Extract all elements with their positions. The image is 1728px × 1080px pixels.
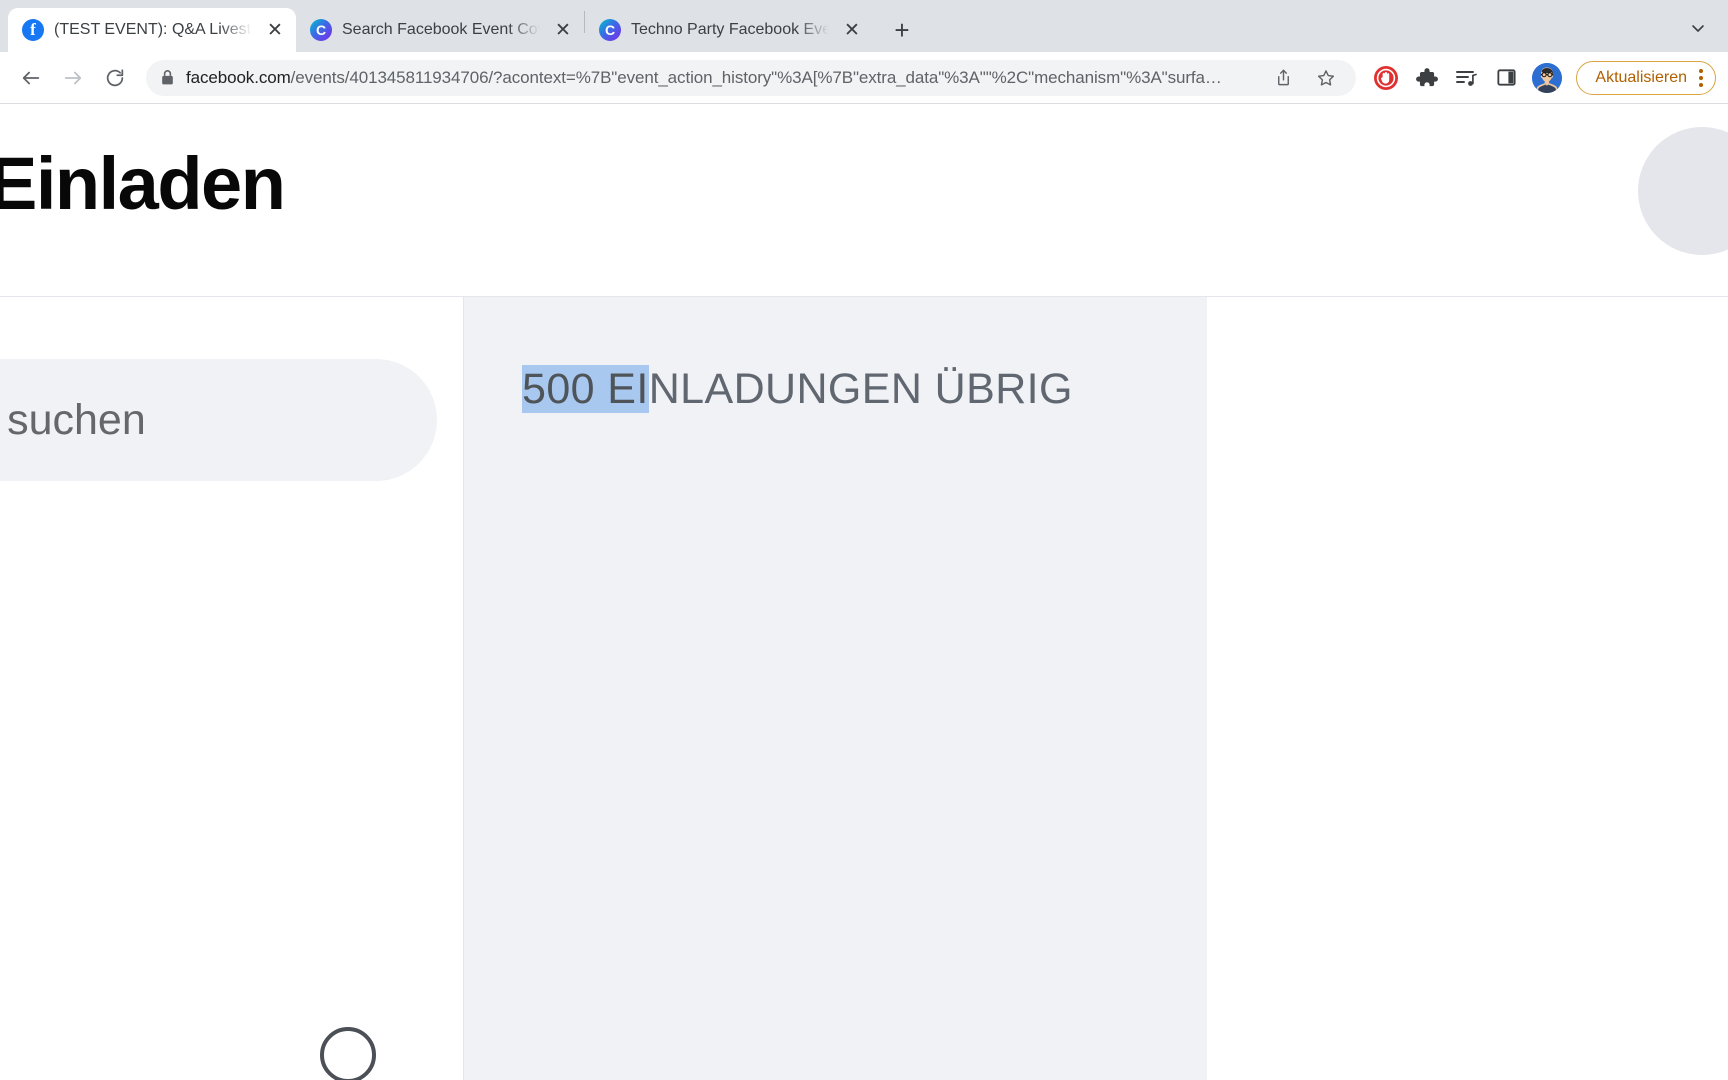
side-panel-icon[interactable]	[1488, 60, 1524, 96]
browser-tab-2[interactable]: Techno Party Facebook Event C ✕	[585, 8, 873, 52]
dialog-header: Einladen	[0, 105, 1728, 297]
url-path: /events/401345811934706/?acontext=%7B"ev…	[290, 67, 1222, 87]
address-bar[interactable]: facebook.com/events/401345811934706/?aco…	[146, 59, 1357, 96]
extensions-puzzle-icon[interactable]	[1408, 60, 1444, 96]
reading-list-icon[interactable]	[1448, 60, 1484, 96]
tab-title: Techno Party Facebook Event C	[631, 21, 829, 38]
reload-icon[interactable]	[96, 59, 134, 97]
kebab-menu-icon[interactable]	[1695, 68, 1707, 87]
search-input[interactable]: sonen suchen	[0, 359, 437, 481]
close-icon[interactable]: ✕	[262, 17, 288, 43]
close-icon[interactable]: ✕	[839, 17, 865, 43]
browser-window: (TEST EVENT): Q&A Livestream ✕ Search Fa…	[0, 0, 1728, 1080]
page-title: Einladen	[0, 142, 286, 225]
tab-strip: (TEST EVENT): Q&A Livestream ✕ Search Fa…	[0, 0, 1728, 52]
invite-left-pane: sonen suchen hlen ner	[0, 297, 463, 1080]
url-text: facebook.com/events/401345811934706/?aco…	[186, 68, 1256, 88]
close-icon[interactable]: ✕	[550, 17, 576, 43]
close-button[interactable]	[1638, 127, 1728, 255]
share-icon[interactable]	[1267, 62, 1299, 94]
back-icon[interactable]	[12, 59, 50, 97]
page-content: Einladen sonen suchen hlen ner 500 EI	[0, 105, 1728, 1080]
lock-icon	[160, 69, 175, 86]
browser-tab-0[interactable]: (TEST EVENT): Q&A Livestream ✕	[8, 8, 296, 52]
adblock-stop-hand-icon[interactable]	[1368, 60, 1404, 96]
bookmark-star-icon[interactable]	[1310, 62, 1342, 94]
dialog-right-margin	[1207, 297, 1728, 1080]
profile-avatar[interactable]	[1532, 62, 1563, 93]
search-placeholder: sonen suchen	[0, 395, 146, 444]
tab-title: Search Facebook Event Cover	[342, 21, 540, 38]
facebook-icon	[22, 19, 44, 41]
remaining-text: NLADUNGEN ÜBRIG	[648, 365, 1073, 413]
list-item[interactable]	[0, 1000, 463, 1080]
invites-remaining-label: 500 EINLADUNGEN ÜBRIG	[522, 365, 1073, 414]
url-host: facebook.com	[186, 67, 291, 87]
forward-icon[interactable]	[54, 59, 92, 97]
canva-icon	[310, 19, 332, 41]
browser-toolbar: facebook.com/events/401345811934706/?aco…	[0, 52, 1728, 104]
chevron-down-icon[interactable]	[1678, 8, 1718, 48]
invite-checkbox-0[interactable]	[320, 1027, 376, 1080]
selected-text: 500 EI	[522, 365, 649, 413]
new-tab-button[interactable]: +	[883, 11, 921, 49]
update-button[interactable]: Aktualisieren	[1576, 60, 1716, 95]
dialog-body: sonen suchen hlen ner 500 EINLADUNGEN ÜB…	[0, 297, 1728, 1080]
update-button-label: Aktualisieren	[1595, 68, 1687, 86]
browser-tab-1[interactable]: Search Facebook Event Cover ✕	[296, 8, 584, 52]
tab-title: (TEST EVENT): Q&A Livestream	[54, 21, 252, 38]
canva-icon	[599, 19, 621, 41]
invite-right-pane: 500 EINLADUNGEN ÜBRIG	[463, 297, 1231, 1080]
